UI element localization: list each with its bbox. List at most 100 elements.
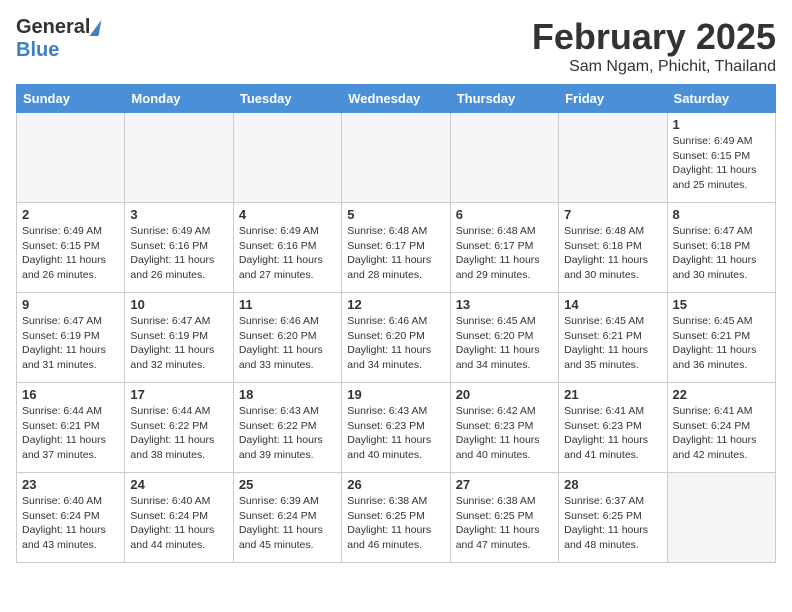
calendar-cell: 20 Sunrise: 6:42 AM Sunset: 6:23 PM Dayli… [450,383,558,473]
day-number: 28 [564,477,661,492]
weekday-header-row: SundayMondayTuesdayWednesdayThursdayFrid… [17,85,776,113]
weekday-header-friday: Friday [559,85,667,113]
day-info: Sunrise: 6:41 AM Sunset: 6:23 PM Dayligh… [564,404,661,463]
day-number: 20 [456,387,553,402]
weekday-header-sunday: Sunday [17,85,125,113]
day-number: 21 [564,387,661,402]
day-info: Sunrise: 6:47 AM Sunset: 6:19 PM Dayligh… [130,314,227,373]
day-info: Sunrise: 6:45 AM Sunset: 6:21 PM Dayligh… [564,314,661,373]
calendar-cell: 6 Sunrise: 6:48 AM Sunset: 6:17 PM Daylig… [450,203,558,293]
weekday-header-monday: Monday [125,85,233,113]
day-info: Sunrise: 6:49 AM Sunset: 6:15 PM Dayligh… [22,224,119,283]
calendar-cell: 4Sunrise: 6:49 AM Sunset: 6:16 PM Daylig… [233,203,341,293]
day-info: Sunrise: 6:41 AM Sunset: 6:24 PM Dayligh… [673,404,770,463]
day-number: 6 [456,207,553,222]
calendar-cell: 26 Sunrise: 6:38 AM Sunset: 6:25 PM Dayli… [342,473,450,563]
logo-general: General [16,16,90,39]
day-info: Sunrise: 6:38 AM Sunset: 6:25 PM Dayligh… [456,494,553,553]
weekday-header-thursday: Thursday [450,85,558,113]
calendar-cell: 12 Sunrise: 6:46 AM Sunset: 6:20 PM Dayli… [342,293,450,383]
calendar-cell: 25 Sunrise: 6:39 AM Sunset: 6:24 PM Dayli… [233,473,341,563]
calendar-cell: 14 Sunrise: 6:45 AM Sunset: 6:21 PM Dayli… [559,293,667,383]
day-number: 18 [239,387,336,402]
day-info: Sunrise: 6:43 AM Sunset: 6:22 PM Dayligh… [239,404,336,463]
day-info: Sunrise: 6:43 AM Sunset: 6:23 PM Dayligh… [347,404,444,463]
calendar-table: SundayMondayTuesdayWednesdayThursdayFrid… [16,84,776,563]
day-info: Sunrise: 6:49 AM Sunset: 6:15 PM Dayligh… [673,134,770,193]
location: Sam Ngam, Phichit, Thailand [532,58,776,76]
calendar-week-1: 2 Sunrise: 6:49 AM Sunset: 6:15 PM Daylig… [17,203,776,293]
day-info: Sunrise: 6:46 AM Sunset: 6:20 PM Dayligh… [347,314,444,373]
day-number: 22 [673,387,770,402]
day-info: Sunrise: 6:38 AM Sunset: 6:25 PM Dayligh… [347,494,444,553]
day-info: Sunrise: 6:45 AM Sunset: 6:20 PM Dayligh… [456,314,553,373]
calendar-cell [342,113,450,203]
calendar-cell: 27 Sunrise: 6:38 AM Sunset: 6:25 PM Dayli… [450,473,558,563]
calendar-cell [450,113,558,203]
day-info: Sunrise: 6:48 AM Sunset: 6:18 PM Dayligh… [564,224,661,283]
day-info: Sunrise: 6:48 AM Sunset: 6:17 PM Dayligh… [456,224,553,283]
day-number: 27 [456,477,553,492]
calendar-cell: 19Sunrise: 6:43 AM Sunset: 6:23 PM Dayli… [342,383,450,473]
calendar-cell: 18 Sunrise: 6:43 AM Sunset: 6:22 PM Dayli… [233,383,341,473]
month-title: February 2025 [532,16,776,58]
weekday-header-wednesday: Wednesday [342,85,450,113]
day-number: 13 [456,297,553,312]
calendar-cell: 11Sunrise: 6:46 AM Sunset: 6:20 PM Dayli… [233,293,341,383]
calendar-cell: 5 Sunrise: 6:48 AM Sunset: 6:17 PM Daylig… [342,203,450,293]
day-number: 11 [239,297,336,312]
calendar-cell: 28 Sunrise: 6:37 AM Sunset: 6:25 PM Dayli… [559,473,667,563]
calendar-cell: 16Sunrise: 6:44 AM Sunset: 6:21 PM Dayli… [17,383,125,473]
calendar-cell: 13 Sunrise: 6:45 AM Sunset: 6:20 PM Dayli… [450,293,558,383]
day-info: Sunrise: 6:47 AM Sunset: 6:18 PM Dayligh… [673,224,770,283]
calendar-cell: 23 Sunrise: 6:40 AM Sunset: 6:24 PM Dayli… [17,473,125,563]
day-number: 3 [130,207,227,222]
title-block: February 2025 Sam Ngam, Phichit, Thailan… [532,16,776,76]
day-info: Sunrise: 6:39 AM Sunset: 6:24 PM Dayligh… [239,494,336,553]
day-number: 10 [130,297,227,312]
logo-blue: Blue [16,39,59,62]
day-info: Sunrise: 6:42 AM Sunset: 6:23 PM Dayligh… [456,404,553,463]
day-number: 17 [130,387,227,402]
day-number: 8 [673,207,770,222]
logo-icon [90,20,102,36]
day-number: 15 [673,297,770,312]
calendar-cell: 8 Sunrise: 6:47 AM Sunset: 6:18 PM Daylig… [667,203,775,293]
calendar-cell [233,113,341,203]
day-number: 9 [22,297,119,312]
calendar-cell [559,113,667,203]
day-number: 1 [673,117,770,132]
day-info: Sunrise: 6:49 AM Sunset: 6:16 PM Dayligh… [130,224,227,283]
logo: General Blue [16,16,100,62]
day-number: 12 [347,297,444,312]
day-info: Sunrise: 6:48 AM Sunset: 6:17 PM Dayligh… [347,224,444,283]
day-number: 23 [22,477,119,492]
day-info: Sunrise: 6:49 AM Sunset: 6:16 PM Dayligh… [239,224,336,283]
calendar-week-0: 1 Sunrise: 6:49 AM Sunset: 6:15 PM Daylig… [17,113,776,203]
day-number: 14 [564,297,661,312]
calendar-cell: 21 Sunrise: 6:41 AM Sunset: 6:23 PM Dayli… [559,383,667,473]
day-number: 25 [239,477,336,492]
calendar-week-3: 16Sunrise: 6:44 AM Sunset: 6:21 PM Dayli… [17,383,776,473]
calendar-cell: 17Sunrise: 6:44 AM Sunset: 6:22 PM Dayli… [125,383,233,473]
day-number: 26 [347,477,444,492]
calendar-cell: 15 Sunrise: 6:45 AM Sunset: 6:21 PM Dayli… [667,293,775,383]
page-header: General Blue February 2025 Sam Ngam, Phi… [16,16,776,76]
calendar-week-2: 9 Sunrise: 6:47 AM Sunset: 6:19 PM Daylig… [17,293,776,383]
day-number: 5 [347,207,444,222]
calendar-cell: 1 Sunrise: 6:49 AM Sunset: 6:15 PM Daylig… [667,113,775,203]
calendar-cell: 9Sunrise: 6:47 AM Sunset: 6:19 PM Daylig… [17,293,125,383]
calendar-cell: 7 Sunrise: 6:48 AM Sunset: 6:18 PM Daylig… [559,203,667,293]
day-number: 2 [22,207,119,222]
day-number: 7 [564,207,661,222]
calendar-cell: 24Sunrise: 6:40 AM Sunset: 6:24 PM Dayli… [125,473,233,563]
day-info: Sunrise: 6:37 AM Sunset: 6:25 PM Dayligh… [564,494,661,553]
day-info: Sunrise: 6:40 AM Sunset: 6:24 PM Dayligh… [130,494,227,553]
calendar-week-4: 23 Sunrise: 6:40 AM Sunset: 6:24 PM Dayli… [17,473,776,563]
day-info: Sunrise: 6:45 AM Sunset: 6:21 PM Dayligh… [673,314,770,373]
calendar-cell: 2 Sunrise: 6:49 AM Sunset: 6:15 PM Daylig… [17,203,125,293]
calendar-cell: 22 Sunrise: 6:41 AM Sunset: 6:24 PM Dayli… [667,383,775,473]
day-info: Sunrise: 6:40 AM Sunset: 6:24 PM Dayligh… [22,494,119,553]
day-info: Sunrise: 6:44 AM Sunset: 6:21 PM Dayligh… [22,404,119,463]
calendar-cell [125,113,233,203]
